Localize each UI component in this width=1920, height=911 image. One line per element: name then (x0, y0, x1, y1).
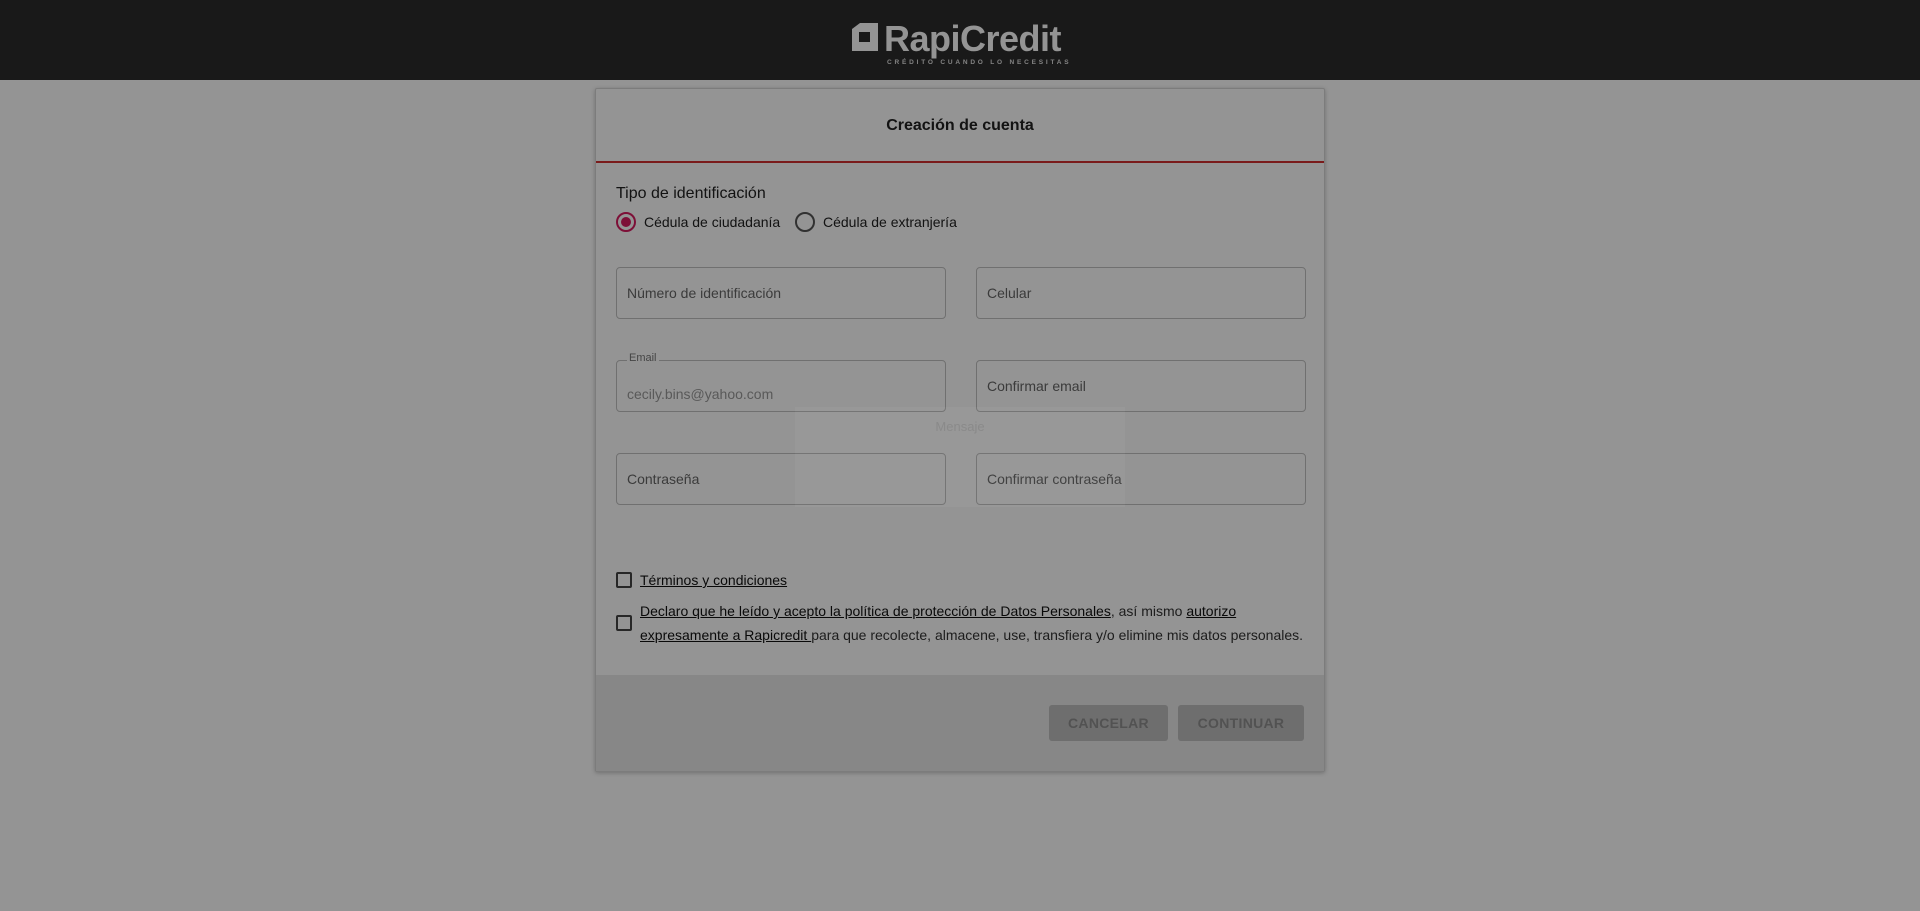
loading-dialog: Mensaje (795, 407, 1125, 507)
loading-message: Mensaje (935, 419, 985, 434)
modal-overlay[interactable]: Mensaje (0, 0, 1920, 911)
